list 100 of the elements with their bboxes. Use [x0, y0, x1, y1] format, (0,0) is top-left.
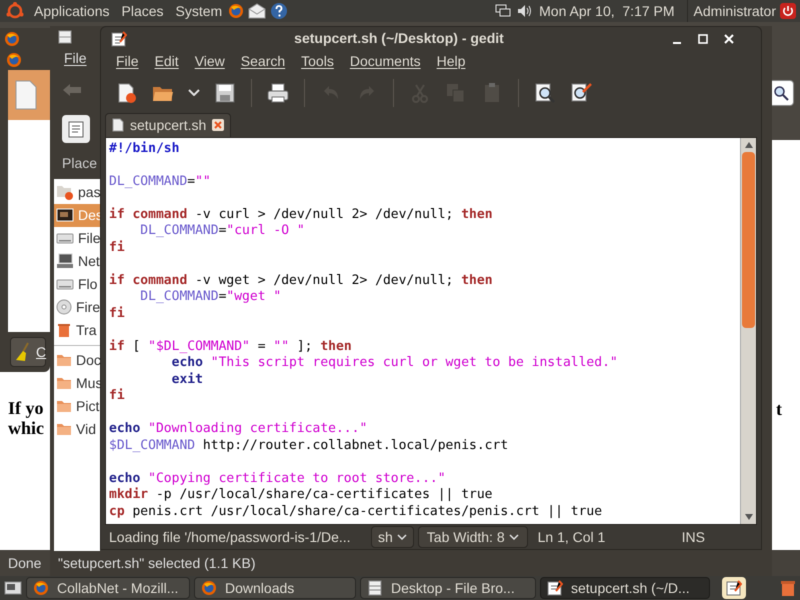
close-icon[interactable]	[212, 119, 224, 132]
page-text: whic	[8, 418, 44, 438]
menu-item[interactable]: Help	[430, 51, 472, 72]
sidebar-item[interactable]: Fire	[54, 296, 100, 319]
code-line: DL_COMMAND="curl -O "	[139, 223, 305, 240]
menu-item[interactable]: Documents	[342, 51, 428, 72]
language-dropdown[interactable]: sh	[371, 526, 414, 548]
location-button[interactable]	[62, 114, 90, 143]
page-text: If yo	[8, 398, 44, 418]
trash-icon	[56, 322, 72, 338]
mail-icon[interactable]	[248, 3, 266, 19]
maximize-icon[interactable]	[697, 32, 709, 45]
globe-icon[interactable]	[228, 3, 244, 19]
search-icon	[773, 85, 789, 101]
code-line: #!/bin/sh	[109, 140, 180, 158]
code-line: fi	[109, 306, 125, 322]
sidebar-item[interactable]: Tra	[54, 318, 100, 342]
taskbar-button[interactable]: Desktop - File Bro...	[360, 577, 536, 599]
sidebar-item[interactable]: Net	[54, 250, 100, 273]
user-menu[interactable]: Administrator	[694, 0, 780, 22]
menu-item[interactable]: Tools	[294, 51, 341, 72]
scrollbar[interactable]	[740, 138, 756, 524]
desktop-icon	[56, 208, 74, 222]
sidebar-item[interactable]: Flo	[54, 272, 100, 296]
code-line: if command -v wget > /dev/null 2> /dev/null; then	[109, 272, 493, 290]
launcher-button[interactable]	[722, 577, 746, 599]
scrollbar-thumb[interactable]	[742, 152, 755, 328]
code-line: cp penis.crt /usr/local/share/ca-certificates/penis.crt || true	[109, 504, 602, 520]
file-cabinet-icon	[367, 580, 383, 596]
document-tab[interactable]: setupcert.sh	[105, 112, 232, 137]
caret-icon	[508, 534, 519, 540]
printer-icon	[267, 82, 289, 104]
code-line: if [ "$DL_COMMAND" = "" ]; then	[109, 338, 352, 356]
down-arrow-icon	[744, 514, 752, 520]
page-text: t	[776, 398, 782, 421]
back-arrow-icon	[62, 82, 82, 97]
code-line: mkdir -p /usr/local/share/ca-certificates || true	[109, 487, 493, 504]
sidebar-item[interactable]: Pict	[54, 394, 100, 418]
code-line: echo "Downloading certificate..."	[109, 420, 368, 438]
globe-icon	[33, 580, 49, 596]
menu-item[interactable]: File	[64, 48, 87, 70]
status-text: Done	[8, 554, 42, 572]
show-desktop-icon[interactable]	[4, 580, 22, 596]
caret-icon	[188, 89, 200, 96]
network-icon[interactable]	[495, 4, 512, 18]
tab-width-dropdown[interactable]: Tab Width: 8	[418, 526, 528, 548]
menu-item[interactable]: Edit	[148, 51, 186, 72]
code-line: fi	[109, 240, 125, 256]
menu-item[interactable]: Search	[234, 51, 292, 72]
menu-item[interactable]: View	[188, 51, 232, 72]
status-message: Loading file '/home/password-is-1/De...	[109, 528, 352, 547]
power-icon[interactable]	[780, 3, 796, 19]
window-title: setupcert.sh (~/Desktop) - gedit	[293, 29, 505, 48]
folder-icon	[56, 399, 72, 414]
sidebar-item[interactable]: pas	[54, 180, 100, 204]
folder-icon	[56, 353, 72, 368]
close-icon[interactable]	[723, 32, 735, 45]
file-cabinet-icon	[58, 30, 72, 44]
new-document-icon	[116, 82, 138, 104]
code-line: echo "Copying certificate to root store..."	[109, 470, 446, 487]
sidebar-item[interactable]: Vid	[54, 418, 100, 441]
speaker-icon[interactable]	[517, 4, 534, 18]
help-icon[interactable]	[270, 2, 288, 20]
notepad-icon	[726, 580, 742, 596]
caret-icon	[396, 534, 407, 540]
globe-icon	[4, 31, 20, 47]
magnifier-pencil-icon	[570, 82, 592, 104]
home-folder-icon	[56, 184, 74, 200]
sidebar-header: Place	[62, 154, 98, 173]
code-line: DL_COMMAND="wget "	[139, 289, 282, 306]
clock[interactable]: Mon Apr 10, 7:17 PM	[539, 0, 675, 22]
sidebar-item[interactable]: Doc	[54, 348, 100, 372]
globe-icon	[201, 580, 217, 596]
taskbar-button[interactable]: CollabNet - Mozill...	[26, 577, 190, 599]
trash-icon[interactable]	[780, 579, 796, 597]
status-text: "setupcert.sh" selected (1.1 KB)	[58, 554, 256, 573]
sidebar-item[interactable]: File	[54, 226, 100, 250]
download-row[interactable]	[8, 70, 50, 120]
magnifier-icon	[534, 82, 556, 104]
folder-icon	[56, 376, 72, 390]
code-line: exit	[170, 372, 203, 388]
logo-icon[interactable]	[6, 2, 24, 20]
menu-item[interactable]: File	[109, 51, 146, 72]
network-icon	[56, 253, 74, 270]
panel-menu[interactable]: System	[170, 0, 228, 22]
notepad-icon	[111, 30, 127, 47]
drive-icon	[56, 231, 74, 246]
clear-list-button[interactable]: C	[10, 337, 46, 367]
insert-mode: INS	[682, 528, 705, 547]
taskbar-button[interactable]: setupcert.sh (~/D...	[540, 577, 710, 599]
taskbar-button[interactable]: Downloads	[194, 577, 356, 599]
code-line: if command -v curl > /dev/null 2> /dev/null; then	[109, 206, 493, 224]
cursor-position: Ln 1, Col 1	[538, 528, 606, 547]
panel-menu[interactable]: Applications	[28, 0, 116, 22]
up-arrow-icon	[744, 142, 752, 148]
document-icon	[112, 118, 124, 132]
panel-menu[interactable]: Places	[116, 0, 170, 22]
code-line: DL_COMMAND=""	[109, 172, 211, 190]
notepad-icon	[68, 120, 84, 138]
code-line: $DL_COMMAND http://router.collabnet.local/penis.crt	[109, 438, 508, 454]
